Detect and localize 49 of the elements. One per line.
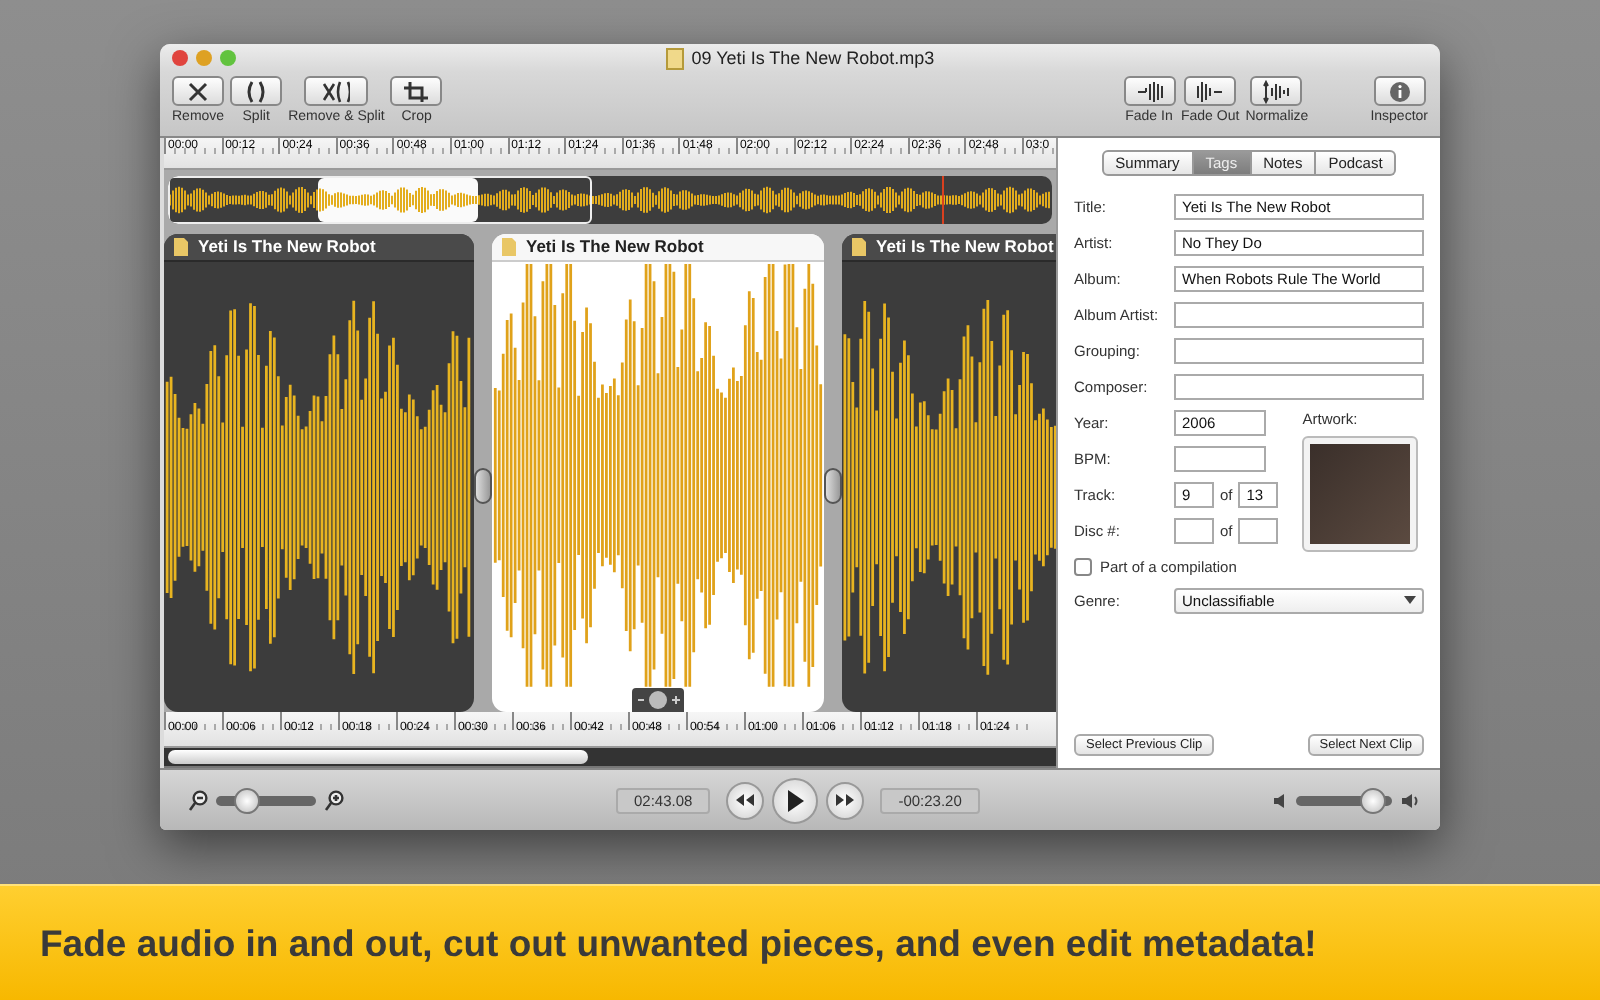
- tool-icon: [402, 79, 431, 103]
- clip-handle[interactable]: [824, 467, 842, 503]
- close-icon[interactable]: [172, 50, 188, 66]
- clip-title: Yeti Is The New Robot: [526, 236, 704, 257]
- horizontal-scrollbar[interactable]: [164, 748, 1056, 768]
- document-icon: [502, 237, 516, 256]
- text-field[interactable]: [1174, 301, 1424, 327]
- text-field[interactable]: [1174, 337, 1424, 363]
- info-icon: [1385, 79, 1414, 103]
- caption-text: Fade audio in and out, cut out unwanted pieces, and even edit metadata!: [40, 921, 1317, 965]
- slider-thumb[interactable]: [234, 787, 260, 813]
- document-icon: [174, 237, 188, 256]
- gain-knob-icon[interactable]: [632, 688, 684, 713]
- total-field[interactable]: [1238, 517, 1279, 543]
- fast-forward-button[interactable]: [826, 781, 865, 819]
- photo-placeholder: [1310, 444, 1411, 544]
- slider-thumb[interactable]: [1360, 787, 1387, 813]
- waveform-icon: [1135, 79, 1163, 103]
- zoom-in-icon[interactable]: [324, 789, 344, 811]
- play-icon: [786, 789, 805, 811]
- scroll-thumb[interactable]: [168, 750, 588, 764]
- audio-clip[interactable]: Yeti Is The New Robot: [164, 233, 474, 713]
- overview-strip[interactable]: [168, 175, 1052, 224]
- zoom-out-icon[interactable]: [188, 789, 208, 811]
- window-title: 09 Yeti Is The New Robot.mp3: [691, 48, 935, 68]
- clip-title: Yeti Is The New Robot: [198, 236, 376, 257]
- fast-forward-icon: [836, 794, 855, 806]
- play-button[interactable]: [772, 777, 819, 823]
- document-icon: [665, 47, 684, 69]
- document-icon: [852, 237, 866, 256]
- audio-clip[interactable]: Yeti Is The New Robot: [842, 233, 1056, 713]
- rewind-icon: [736, 794, 755, 806]
- rewind-button[interactable]: [726, 781, 765, 819]
- clip-title: Yeti Is The New Robot: [876, 236, 1054, 257]
- visible-range-frame[interactable]: [168, 175, 592, 224]
- waveform-icon: [1262, 79, 1291, 103]
- speaker-icon: [1274, 793, 1286, 807]
- text-field[interactable]: [1174, 445, 1266, 471]
- number-field[interactable]: [1174, 517, 1214, 543]
- waveform-icon: [1196, 79, 1225, 103]
- tool-icon: [184, 79, 213, 103]
- tool-icon: [322, 79, 351, 103]
- clip-handle[interactable]: [474, 467, 492, 503]
- caret-icon: [1404, 595, 1416, 605]
- checkbox[interactable]: [1074, 558, 1092, 576]
- text-field[interactable]: [1174, 373, 1424, 399]
- artwork-well[interactable]: [1302, 436, 1419, 552]
- speaker-loud-icon: [1402, 793, 1420, 807]
- audio-clip[interactable]: Yeti Is The New Robot: [492, 233, 824, 713]
